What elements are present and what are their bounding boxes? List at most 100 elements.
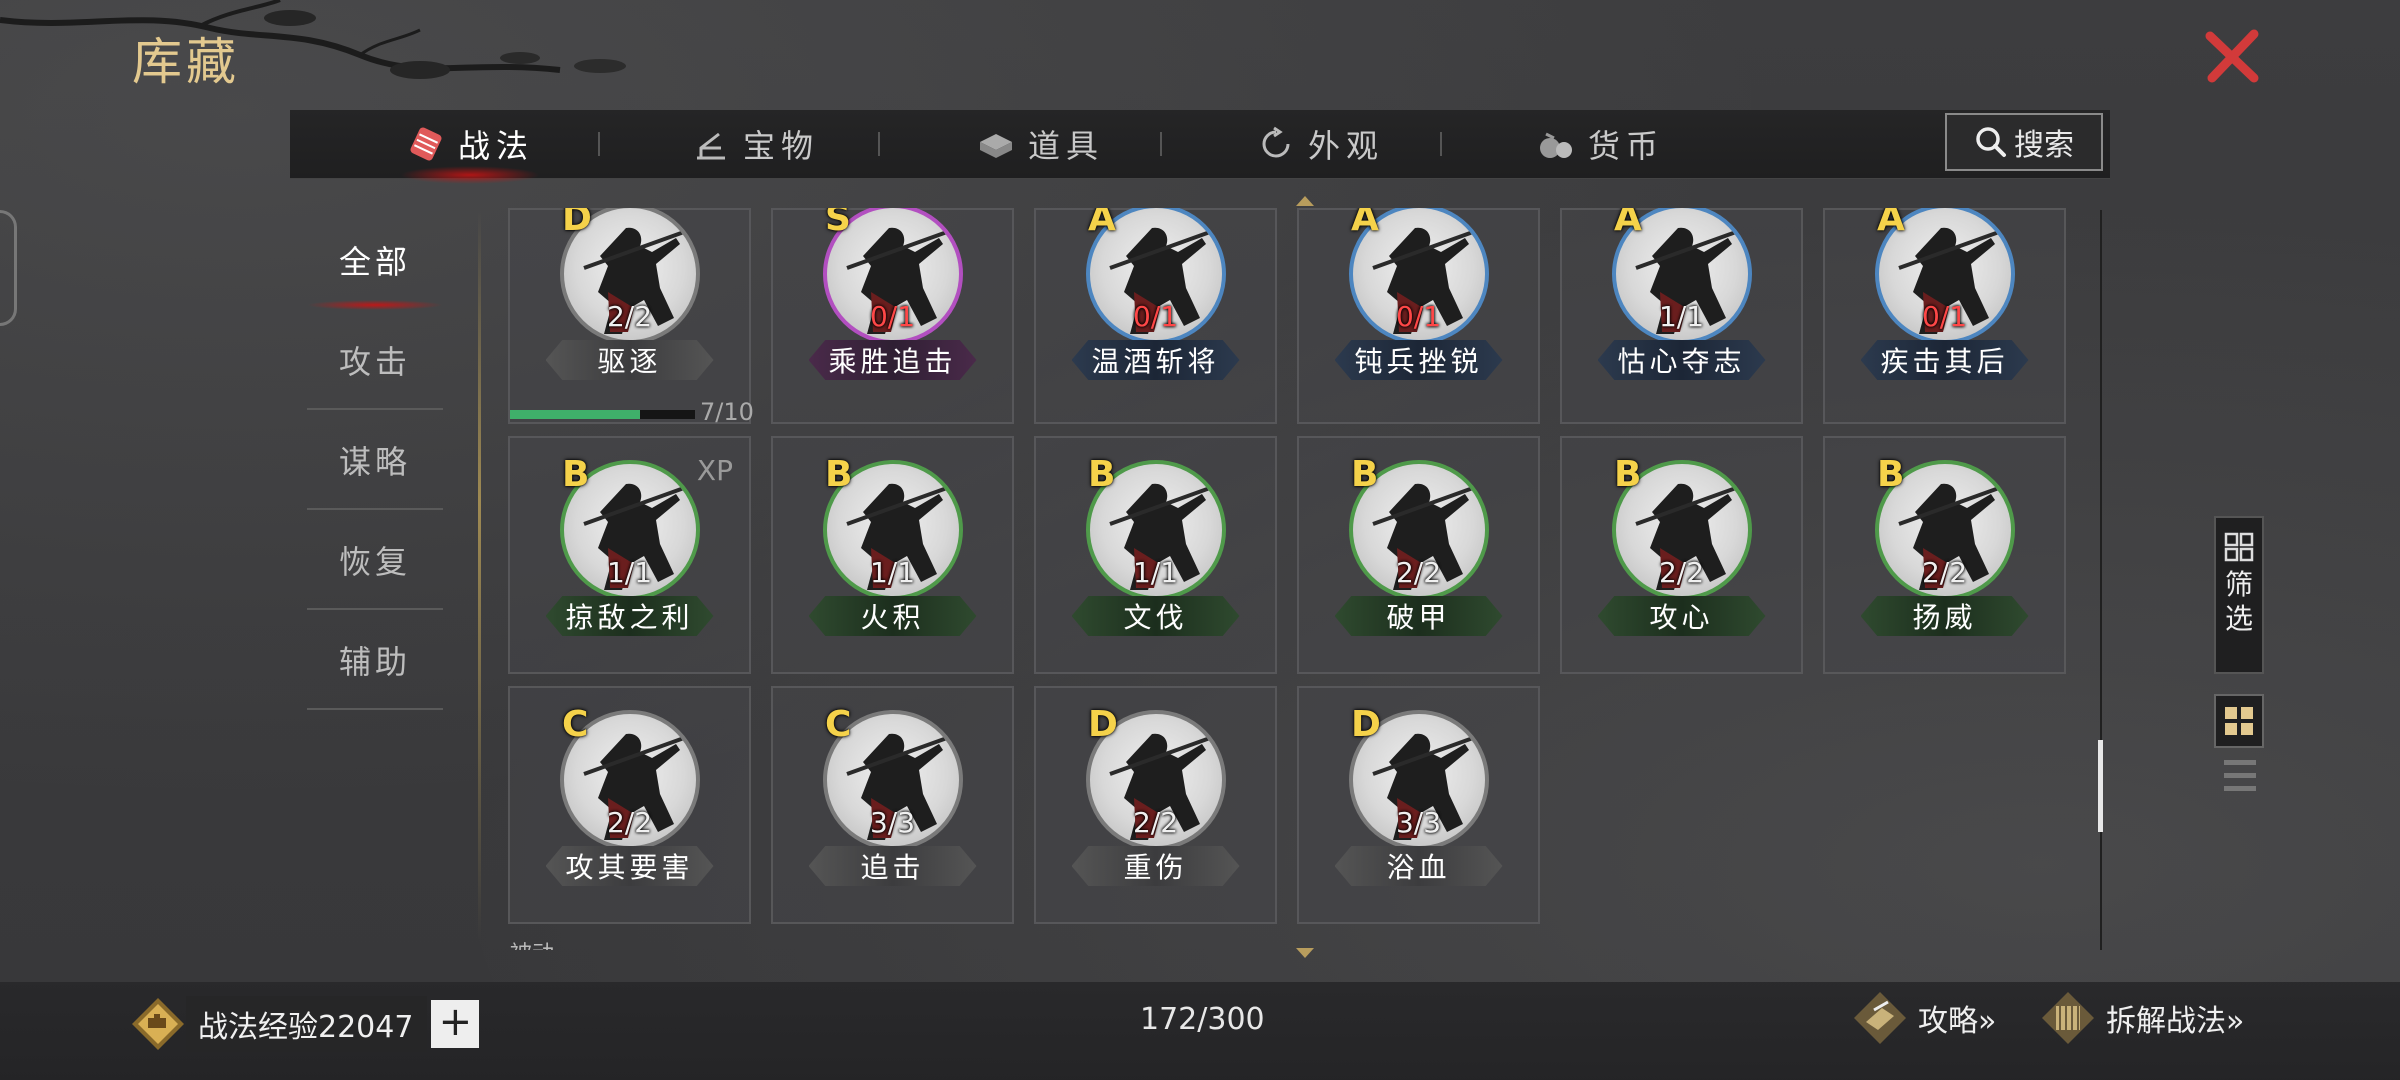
category-attack[interactable]: 攻击 [305,310,445,410]
tactic-name: 掠敌之利 [545,596,714,636]
tab-label: 宝物 [742,127,819,165]
scroll-up-arrow-icon [1296,196,1314,206]
card-exp-bar [510,410,695,419]
category-label: 恢复 [338,543,411,581]
tactics-grid: D 2/2 驱逐 S 0/1 乘胜追击 A 0/1 温酒斩将 A 0/1 钝兵挫锐 A 1/1 怙心夺志 A 0… [508,208,2068,950]
tab-label: 外观 [1307,127,1384,165]
grade-badge: C [562,704,589,745]
grade-badge: B [825,454,853,495]
filter-grid-icon [2224,532,2254,562]
currency-icon [1539,132,1572,158]
tactic-card[interactable]: A 1/1 怙心夺志 [1560,208,1803,424]
ink-branch-decoration [0,0,626,79]
tab-label: 道具 [1027,127,1104,165]
grade-badge: B [1351,454,1379,495]
owned-count: 3/3 [1395,806,1442,839]
tab-label: 货币 [1587,127,1664,165]
add-exp-button[interactable]: + [431,1000,480,1048]
category-all[interactable]: 全部 [305,210,445,310]
grade-badge: B [1088,454,1116,495]
tactic-card[interactable]: S 0/1 乘胜追击 [771,208,1014,424]
guide-button[interactable]: 攻略» [1852,990,1996,1046]
tactics-exp-icon [132,998,184,1050]
items-icon [979,134,1012,158]
grade-badge: D [1088,704,1118,745]
tactic-card[interactable]: A 0/1 温酒斩将 [1034,208,1277,424]
card-exp-fill [510,410,640,419]
grade-badge: D [1351,704,1381,745]
scroll-track [2100,210,2102,950]
tab-divider [1160,132,1162,156]
category-strategy[interactable]: 谋略 [305,410,445,510]
tactic-card[interactable]: B 2/2 扬威 [1823,436,2066,674]
owned-count: 0/1 [1132,300,1179,333]
search-icon [1976,127,2006,157]
grid-view-toggle[interactable] [2214,694,2264,748]
tactic-name: 浴血 [1334,846,1503,886]
tactic-name: 温酒斩将 [1071,340,1240,380]
category-recovery[interactable]: 恢复 [305,510,445,610]
tactic-name: 疾击其后 [1860,340,2029,380]
owned-count: 2/2 [1132,806,1179,839]
tactic-card[interactable]: B 2/2 攻心 [1560,436,1803,674]
grade-badge: B [562,454,590,495]
tactic-card[interactable]: D 2/2 重伤 [1034,686,1277,924]
guide-label: 攻略» [1918,1004,1997,1039]
owned-count: 2/2 [1658,556,1705,589]
tactic-card[interactable]: B 2/2 破甲 [1297,436,1540,674]
category-label: 谋略 [338,443,411,481]
owned-count: 0/1 [1921,300,1968,333]
tab-divider [1440,132,1442,156]
tactic-card[interactable]: A 0/1 钝兵挫锐 [1297,208,1540,424]
owned-count: 1/1 [1132,556,1179,589]
tab-appearance[interactable]: 外观 [1235,110,1405,178]
tactic-name: 破甲 [1334,596,1503,636]
search-button[interactable]: 搜索 [1945,113,2103,171]
owned-count: 1/1 [606,556,653,589]
tactic-name: 怙心夺志 [1597,340,1766,380]
grade-badge: A [1088,208,1116,239]
grade-badge: B [1614,454,1642,495]
tactic-name: 火积 [808,596,977,636]
tab-tactics[interactable]: 战法 [390,110,550,184]
filter-button[interactable]: 筛选 [2214,516,2264,674]
category-support[interactable]: 辅助 [305,610,445,710]
tactic-name: 驱逐 [545,340,714,380]
tactics-exp-info: 战法经验22047 + [130,996,480,1052]
tab-treasure[interactable]: 宝物 [670,110,840,178]
side-drawer-handle[interactable] [0,210,17,326]
grade-badge: B [1877,454,1905,495]
page-title: 库藏 [132,33,240,91]
disassemble-label: 拆解战法» [2106,1004,2245,1039]
disassemble-icon [2042,992,2094,1044]
disassemble-tactics-button[interactable]: 拆解战法» [2040,990,2244,1046]
card-exp-text: 7/10 [700,398,754,426]
owned-count: 0/1 [869,300,916,333]
grade-badge: A [1614,208,1642,239]
scrollbar-thumb[interactable] [2098,740,2103,832]
tab-items[interactable]: 道具 [955,110,1125,178]
tactic-card[interactable]: B 1/1 火积 [771,436,1014,674]
category-label: 攻击 [338,343,411,381]
list-view-icon[interactable] [2222,756,2258,796]
tactic-card[interactable]: D 3/3 浴血 [1297,686,1540,924]
tactic-name: 乘胜追击 [808,340,977,380]
grade-badge: A [1351,208,1379,239]
tab-label: 战法 [457,127,534,165]
filter-label: 筛选 [2224,568,2253,635]
category-list: 全部 攻击 谋略 恢复 辅助 [305,210,445,710]
tactic-name: 追击 [808,846,977,886]
tactic-card[interactable]: D 2/2 驱逐 [508,208,751,424]
tactic-card[interactable]: B 1/1 文伐 [1034,436,1277,674]
tactic-name: 攻其要害 [545,846,714,886]
tactic-card[interactable]: A 0/1 疾击其后 [1823,208,2066,424]
owned-count: 0/1 [1395,300,1442,333]
search-label: 搜索 [2014,128,2074,163]
tactic-card[interactable]: C 3/3 追击 [771,686,1014,924]
owned-count: 2/2 [606,300,653,333]
tactic-card[interactable]: B XP 1/1 掠敌之利 [508,436,751,674]
tactic-card[interactable]: C 2/2 攻其要害 [508,686,751,924]
close-icon[interactable] [2200,24,2264,88]
tab-currency[interactable]: 货币 [1515,110,1685,178]
grade-badge: C [825,704,852,745]
